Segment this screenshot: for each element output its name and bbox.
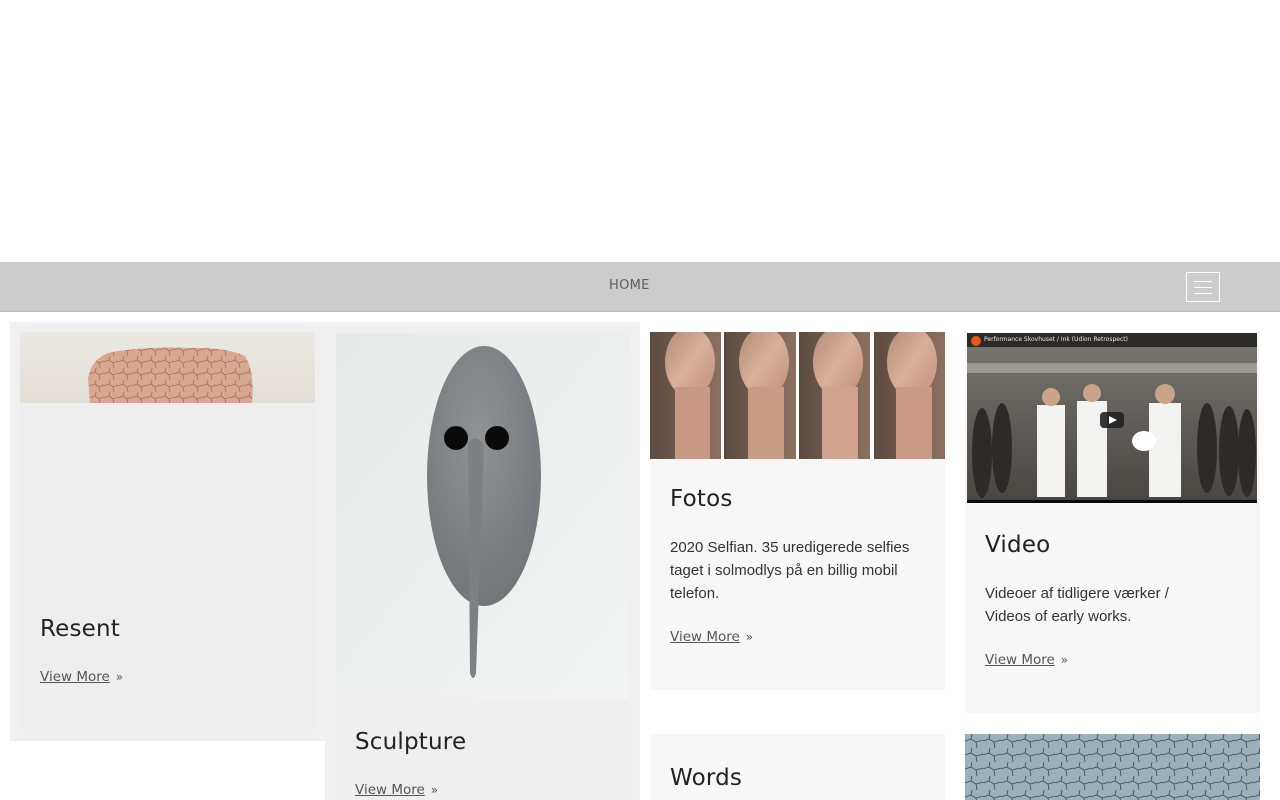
- video-view-more-label: View More: [985, 652, 1055, 668]
- sculpture-image[interactable]: [336, 333, 629, 700]
- resent-card: Resent View More »: [20, 332, 315, 730]
- sculpture-title: Sculpture: [355, 729, 467, 755]
- double-chevron-right-icon: »: [1060, 653, 1069, 667]
- fotos-view-more-link[interactable]: View More »: [670, 629, 753, 645]
- double-chevron-right-icon: »: [115, 670, 124, 684]
- video-card: Performance Skovhuset / Ink (Udion Retro…: [965, 332, 1260, 713]
- fotos-view-more-label: View More: [670, 629, 740, 645]
- video-description: Videoer af tidligere værker / Videos of …: [985, 585, 1169, 625]
- resent-view-more-link[interactable]: View More »: [40, 669, 123, 685]
- words-card: Words: [650, 734, 945, 800]
- sculpture-card: Sculpture View More »: [335, 332, 630, 800]
- resent-title: Resent: [40, 616, 121, 642]
- double-chevron-right-icon: »: [430, 783, 439, 797]
- sculpture-view-more-label: View More: [355, 782, 425, 798]
- hamburger-menu-icon[interactable]: [1186, 272, 1220, 302]
- sculpture-view-more-link[interactable]: View More »: [355, 782, 438, 798]
- video-title: Video: [985, 532, 1051, 558]
- main-navbar: HOME: [0, 262, 1280, 312]
- words-title: Words: [670, 765, 743, 791]
- fotos-title: Fotos: [670, 486, 733, 512]
- double-chevron-right-icon: »: [745, 630, 754, 644]
- video-player-title: Performance Skovhuset / Ink (Udion Retro…: [984, 336, 1128, 343]
- resent-image[interactable]: [20, 332, 315, 403]
- nav-home-link[interactable]: HOME: [609, 278, 650, 293]
- header-banner-area: [0, 0, 1280, 262]
- fotos-card: Fotos 2020 Selfian. 35 uredigerede selfi…: [650, 332, 945, 690]
- video-player[interactable]: Performance Skovhuset / Ink (Udion Retro…: [967, 333, 1257, 503]
- cracked-surface-image[interactable]: [965, 734, 1260, 800]
- video-view-more-link[interactable]: View More »: [985, 652, 1068, 668]
- resent-view-more-label: View More: [40, 669, 110, 685]
- fotos-description: 2020 Selfian. 35 uredigerede selfies tag…: [670, 539, 910, 602]
- fotos-image[interactable]: [650, 332, 945, 459]
